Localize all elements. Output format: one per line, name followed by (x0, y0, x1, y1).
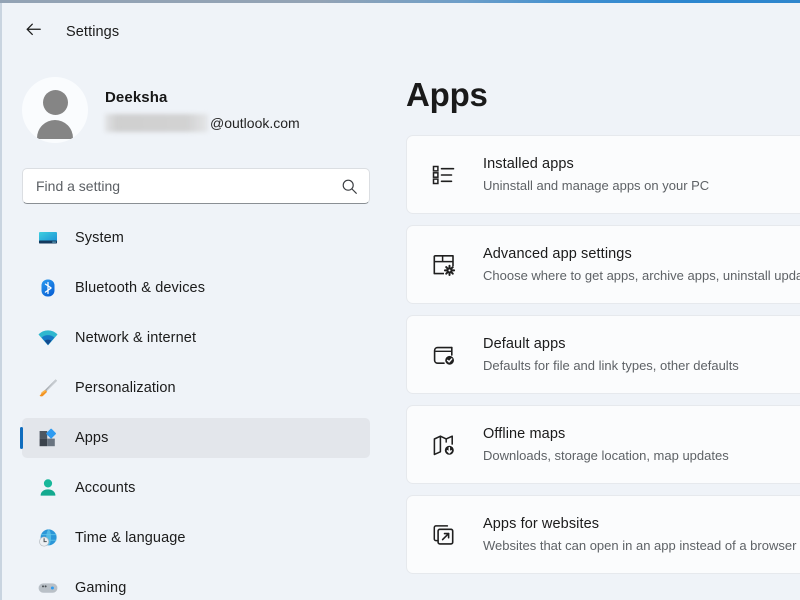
window-gear-icon (429, 250, 459, 280)
external-link-stack-icon (429, 520, 459, 550)
avatar-body (37, 120, 73, 139)
sidebar-nav: System Bluetoo (0, 218, 392, 600)
account-text: Deeksha @outlook.com (105, 88, 300, 132)
card-title: Default apps (483, 335, 739, 354)
card-apps-for-websites[interactable]: Apps for websites Websites that can open… (406, 495, 800, 574)
sidebar-item-label: Time & language (75, 530, 186, 546)
window-top-border (0, 0, 800, 3)
card-title: Offline maps (483, 425, 729, 444)
wifi-icon (37, 327, 59, 349)
sidebar-item-label: Network & internet (75, 330, 196, 346)
card-advanced-app-settings[interactable]: Advanced app settings Choose where to ge… (406, 225, 800, 304)
search-icon[interactable] (341, 178, 358, 195)
card-title: Advanced app settings (483, 245, 800, 264)
card-subtitle: Uninstall and manage apps on your PC (483, 177, 709, 195)
sidebar-item-time-language[interactable]: Time & language (22, 518, 370, 558)
card-offline-maps[interactable]: Offline maps Downloads, storage location… (406, 405, 800, 484)
sidebar-item-network-internet[interactable]: Network & internet (22, 318, 370, 358)
email-redacted-block (105, 114, 208, 132)
settings-window: Settings Deeksha @outlook.com (0, 0, 800, 600)
back-button[interactable] (16, 15, 50, 49)
sidebar-item-personalization[interactable]: Personalization (22, 368, 370, 408)
monitor-icon (37, 227, 59, 249)
settings-card-list: Installed apps Uninstall and manage apps… (392, 135, 800, 574)
card-subtitle: Choose where to get apps, archive apps, … (483, 267, 800, 285)
window-left-border (0, 0, 2, 600)
card-installed-apps[interactable]: Installed apps Uninstall and manage apps… (406, 135, 800, 214)
card-text: Offline maps Downloads, storage location… (483, 425, 729, 465)
sidebar-item-bluetooth-devices[interactable]: Bluetooth & devices (22, 268, 370, 308)
avatar (22, 77, 88, 143)
card-subtitle: Defaults for file and link types, other … (483, 357, 739, 375)
sidebar-item-label: Gaming (75, 580, 126, 596)
sidebar-item-label: Personalization (75, 380, 176, 396)
card-default-apps[interactable]: Default apps Defaults for file and link … (406, 315, 800, 394)
search-input[interactable] (36, 178, 341, 194)
avatar-head (43, 90, 68, 115)
person-icon (37, 477, 59, 499)
titlebar: Settings (0, 3, 800, 61)
list-bullets-icon (429, 160, 459, 190)
card-text: Default apps Defaults for file and link … (483, 335, 739, 375)
map-download-icon (429, 430, 459, 460)
account-header[interactable]: Deeksha @outlook.com (22, 71, 392, 149)
sidebar: Deeksha @outlook.com (0, 61, 392, 600)
sidebar-item-label: System (75, 230, 124, 246)
sidebar-item-apps[interactable]: Apps (22, 418, 370, 458)
card-text: Installed apps Uninstall and manage apps… (483, 155, 709, 195)
card-subtitle: Websites that can open in an app instead… (483, 537, 796, 555)
back-arrow-icon (24, 20, 43, 44)
paintbrush-icon (37, 377, 59, 399)
window-title: Settings (66, 24, 119, 40)
sidebar-item-label: Apps (75, 430, 108, 446)
page-title: Apps (406, 76, 800, 114)
sidebar-item-gaming[interactable]: Gaming (22, 568, 370, 600)
main-content: Apps Installed apps Uninstall and manage… (392, 61, 800, 600)
card-text: Apps for websites Websites that can open… (483, 515, 796, 555)
apps-icon (37, 427, 59, 449)
card-subtitle: Downloads, storage location, map updates (483, 447, 729, 465)
sidebar-item-label: Accounts (75, 480, 135, 496)
globe-clock-icon (37, 527, 59, 549)
card-text: Advanced app settings Choose where to ge… (483, 245, 800, 285)
account-name: Deeksha (105, 88, 300, 108)
email-domain: @outlook.com (210, 115, 300, 132)
gamepad-icon (37, 577, 59, 599)
sidebar-item-label: Bluetooth & devices (75, 280, 205, 296)
card-check-icon (429, 340, 459, 370)
sidebar-item-accounts[interactable]: Accounts (22, 468, 370, 508)
account-email: @outlook.com (105, 114, 300, 132)
search-box[interactable] (22, 168, 370, 204)
sidebar-item-system[interactable]: System (22, 218, 370, 258)
card-title: Apps for websites (483, 515, 796, 534)
bluetooth-icon (37, 277, 59, 299)
card-title: Installed apps (483, 155, 709, 174)
